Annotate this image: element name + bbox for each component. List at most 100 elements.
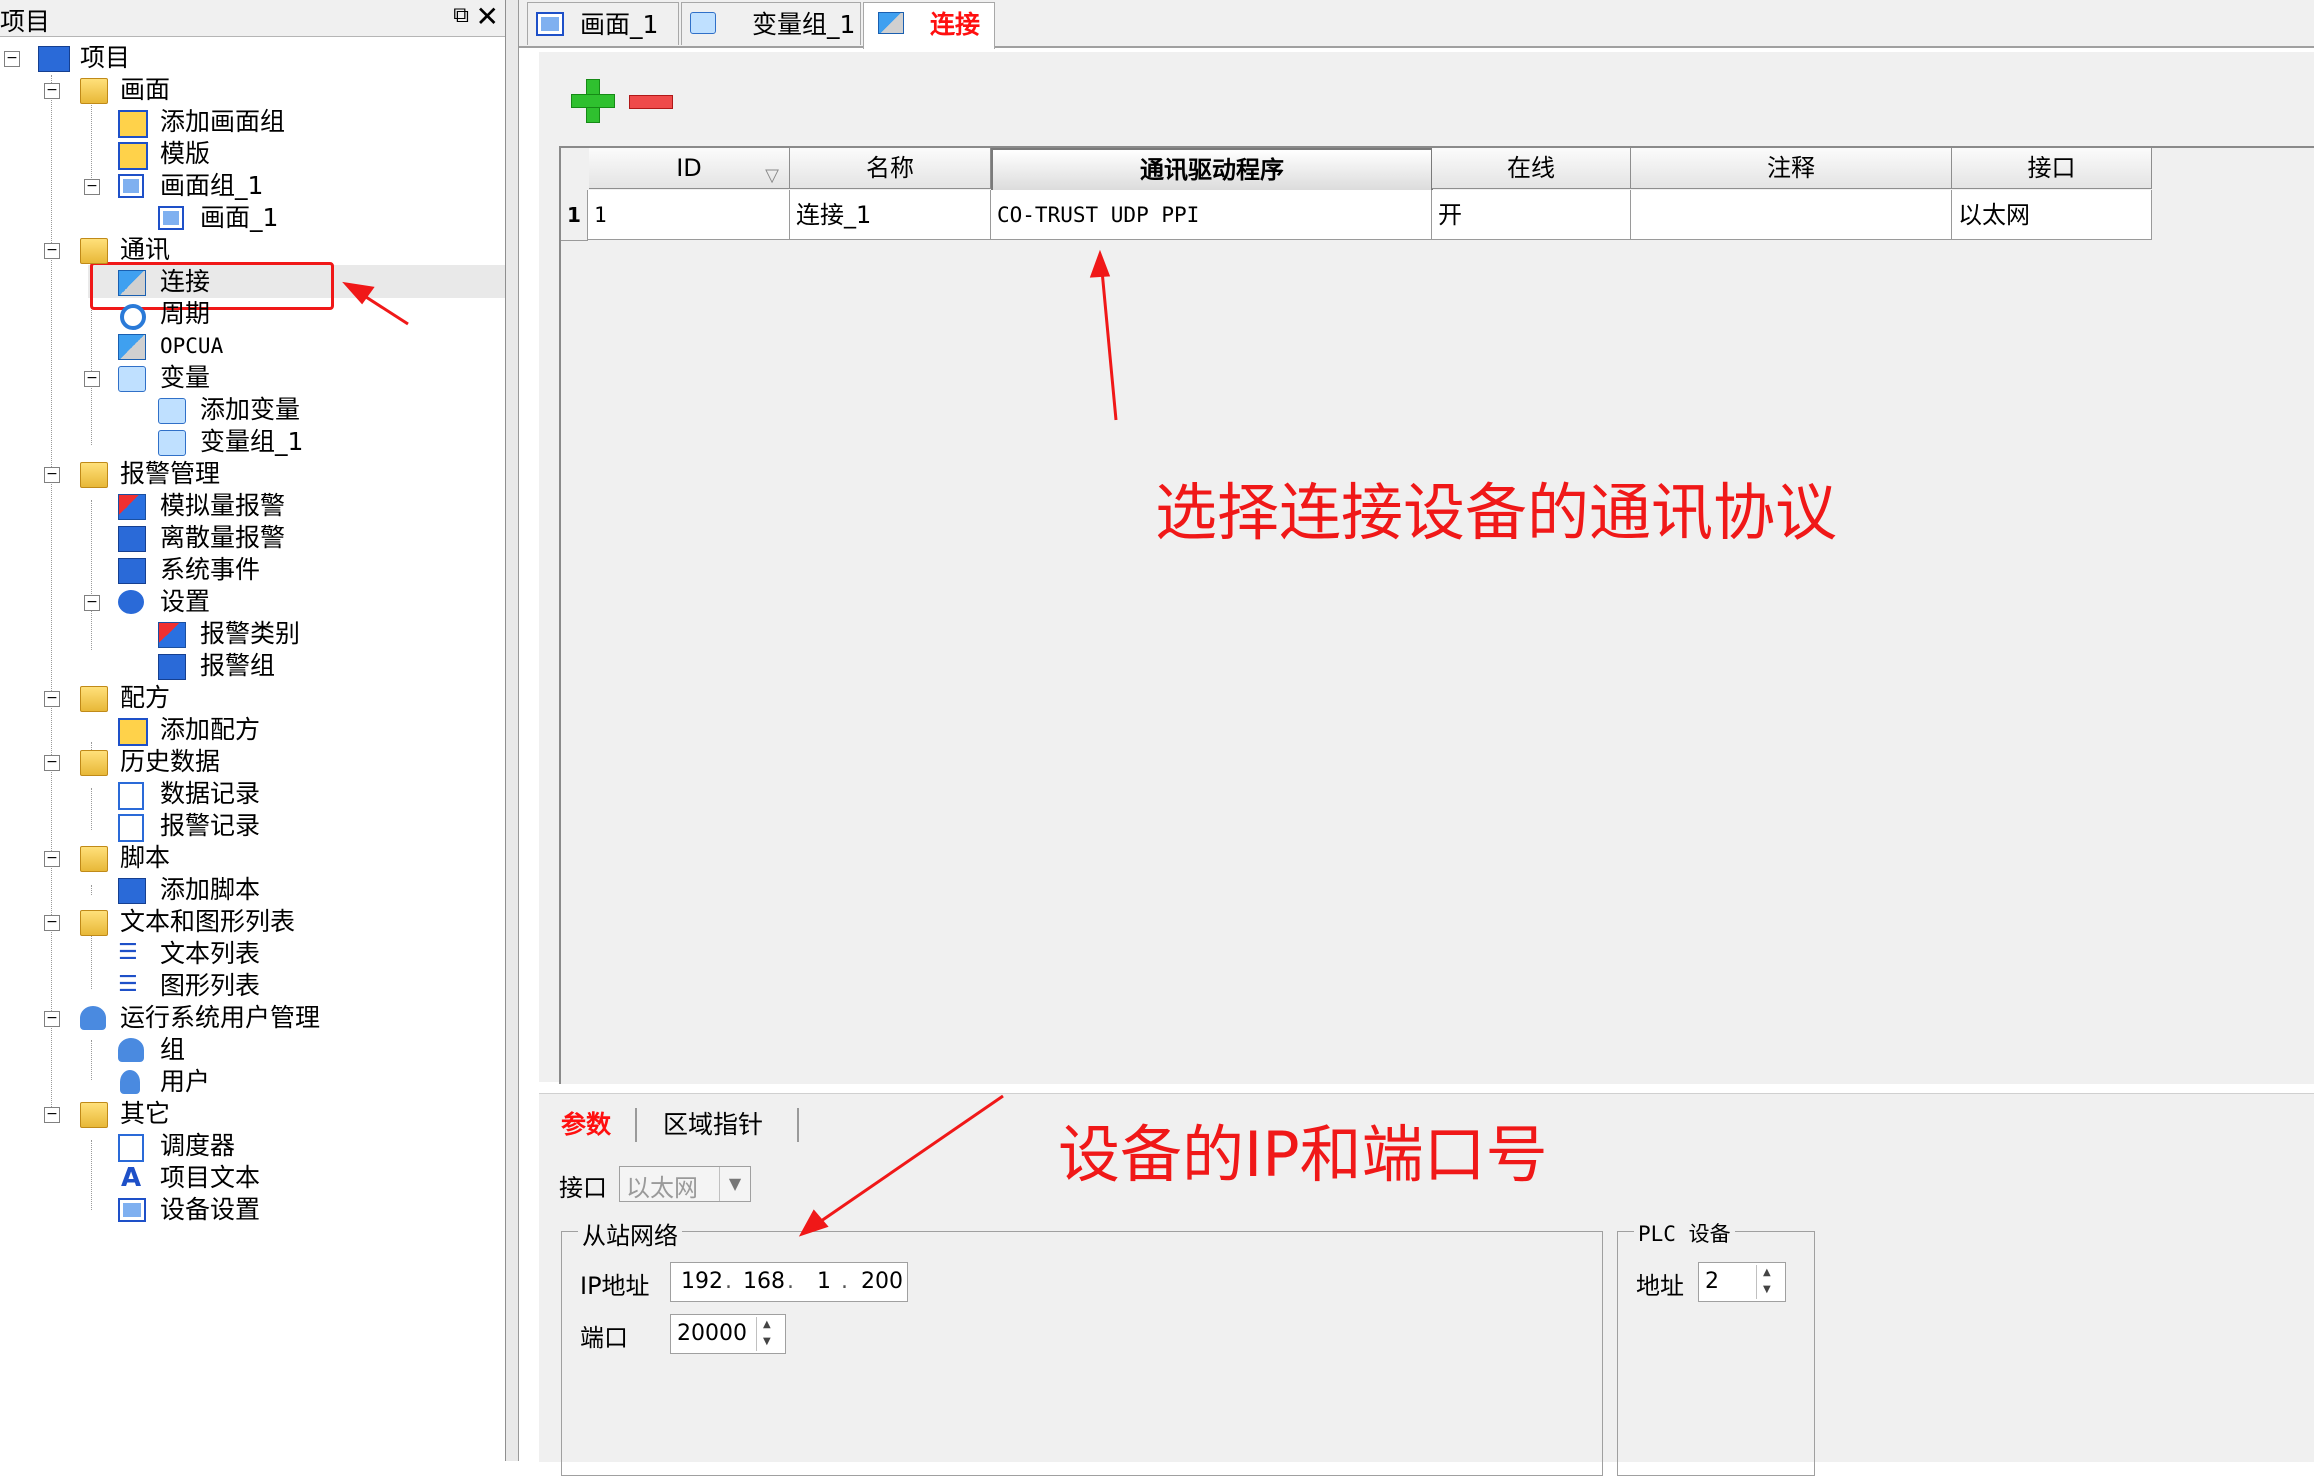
tree-label: 模版 [160, 139, 211, 168]
tab-parameters[interactable]: 参数 [561, 1106, 611, 1144]
pin-icon[interactable]: ⧉ [453, 3, 469, 28]
group-icon [118, 1038, 144, 1062]
cell-comment[interactable] [1631, 190, 1952, 240]
add-script-icon [118, 878, 146, 904]
collapse-icon[interactable]: − [44, 691, 60, 707]
add-plus-icon[interactable] [569, 77, 615, 123]
add-recipe-icon [118, 718, 148, 746]
address-stepper[interactable]: 2 [1698, 1262, 1786, 1302]
port-stepper[interactable]: 20000 [670, 1314, 786, 1354]
user-management-icon [80, 1006, 106, 1030]
tree-label: 设备设置 [160, 1195, 261, 1224]
connections-table: ID ▽ 名称 通讯驱动程序 在线 注释 接口 1 1 连接_1 CO-TRUS… [559, 146, 2314, 1084]
collapse-icon[interactable]: − [84, 179, 100, 195]
tree-label: 调度器 [160, 1131, 236, 1160]
ip-octet-3[interactable]: 1 [817, 1263, 831, 1301]
column-header-online[interactable]: 在线 [1432, 148, 1631, 189]
cell-driver[interactable]: CO-TRUST UDP PPI [991, 190, 1432, 240]
connection-icon [878, 12, 904, 34]
collapse-icon[interactable]: − [44, 755, 60, 771]
interface-value: 以太网 [626, 1174, 698, 1202]
alarm-folder-icon [80, 462, 108, 488]
tab-area-pointer[interactable]: 区域指针 [663, 1106, 763, 1144]
tab-variable-group-1[interactable]: 变量组_1 [681, 2, 861, 45]
cell-interface[interactable]: 以太网 [1952, 190, 2152, 240]
header-label: ID [676, 154, 702, 182]
spin-arrows-icon[interactable] [756, 1317, 783, 1351]
collapse-icon[interactable]: − [44, 851, 60, 867]
collapse-icon[interactable]: − [44, 243, 60, 259]
discrete-alarm-icon [118, 526, 146, 552]
tab-connections[interactable]: 连接 [863, 2, 995, 49]
screen-icon [158, 206, 184, 230]
cycle-icon [120, 304, 146, 330]
user-icon [120, 1070, 140, 1094]
opcua-icon [118, 334, 146, 360]
project-panel-header: 项目 ⧉ ✕ [0, 0, 505, 37]
panel-splitter[interactable] [506, 0, 519, 1461]
chevron-down-icon[interactable]: ▼ [719, 1167, 750, 1201]
folder-icon [80, 238, 108, 264]
tree-label: 画面_1 [200, 203, 279, 232]
cell-name[interactable]: 连接_1 [790, 190, 991, 240]
column-header-name[interactable]: 名称 [790, 148, 991, 189]
ip-octet-2[interactable]: 168 [743, 1263, 785, 1301]
tree-label: OPCUA [160, 334, 224, 358]
collapse-icon[interactable]: − [44, 467, 60, 483]
remove-minus-icon[interactable] [629, 95, 673, 109]
column-header-interface[interactable]: 接口 [1952, 148, 2152, 189]
tree-label: 周期 [160, 299, 211, 328]
column-header-driver[interactable]: 通讯驱动程序 [991, 148, 1433, 192]
collapse-icon[interactable]: − [44, 1107, 60, 1123]
collapse-icon[interactable]: − [84, 371, 100, 387]
scheduler-icon [118, 1134, 144, 1162]
tree-label: 配方 [120, 683, 171, 712]
lists-folder-icon [80, 910, 108, 936]
project-panel-title: 项目 [0, 7, 51, 36]
interface-select[interactable]: 以太网 ▼ [619, 1166, 751, 1202]
factory-icon [38, 46, 70, 72]
plc-device-group: PLC 设备 地址 2 [1617, 1218, 1815, 1476]
tab-label: 变量组_1 [752, 10, 856, 39]
tree-label: 用户 [160, 1067, 211, 1096]
tab-separator [635, 1108, 637, 1142]
editor-area: 画面_1 变量组_1 连接 ID ▽ 名称 通讯驱动程序 在线 注释 接口 1 … [519, 0, 2314, 1476]
spin-arrows-icon[interactable] [1756, 1265, 1783, 1299]
tab-label: 连接 [930, 10, 981, 39]
tree-label: 历史数据 [120, 747, 221, 776]
close-icon[interactable]: ✕ [476, 0, 499, 33]
tree-label: 添加脚本 [160, 875, 261, 904]
plc-device-title: PLC 设备 [1634, 1218, 1735, 1248]
row-header[interactable]: 1 [561, 190, 588, 241]
column-header-comment[interactable]: 注释 [1631, 148, 1952, 189]
tree-label: 文本列表 [160, 939, 261, 968]
tree-label: 连接 [160, 267, 211, 296]
slave-network-title: 从站网络 [578, 1216, 682, 1251]
tree-label: 组 [160, 1035, 186, 1064]
tree-label: 添加变量 [200, 395, 301, 424]
ip-address-input[interactable]: 192 . 168 . 1 . 200 [670, 1262, 908, 1302]
address-value: 2 [1705, 1269, 1719, 1294]
collapse-icon[interactable]: − [44, 83, 60, 99]
alarm-group-icon [158, 654, 186, 680]
cell-online[interactable]: 开 [1432, 190, 1631, 240]
protocol-annotation: 选择连接设备的通讯协议 [1155, 476, 1838, 549]
screen-group-icon [118, 174, 144, 198]
ip-octet-1[interactable]: 192 [681, 1263, 723, 1301]
collapse-icon[interactable]: − [84, 595, 100, 611]
script-folder-icon [80, 846, 108, 872]
column-header-id[interactable]: ID ▽ [589, 148, 790, 189]
collapse-icon[interactable]: − [44, 915, 60, 931]
collapse-icon[interactable]: − [4, 51, 20, 67]
tab-screen-1[interactable]: 画面_1 [527, 2, 679, 45]
tree-label: 添加画面组 [160, 107, 286, 136]
port-value: 20000 [677, 1321, 747, 1346]
cell-id[interactable]: 1 [588, 190, 790, 240]
ip-octet-4[interactable]: 200 [861, 1263, 903, 1301]
tree-label: 通讯 [120, 235, 171, 264]
tree-label: 模拟量报警 [160, 491, 286, 520]
tree-label: 报警记录 [160, 811, 261, 840]
collapse-icon[interactable]: − [44, 1011, 60, 1027]
tree-label: 报警管理 [120, 459, 221, 488]
tree-label: 画面组_1 [160, 171, 264, 200]
